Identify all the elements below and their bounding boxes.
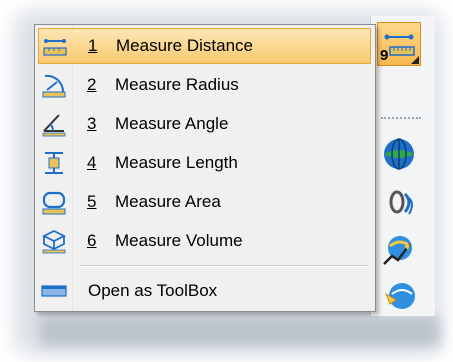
menu-item-label: Measure Distance [116, 36, 254, 55]
menu-item-label: Measure Volume [115, 231, 243, 250]
measure-distance-icon [39, 30, 71, 62]
menu-item-measure-distance[interactable]: 1 Measure Distance [38, 28, 371, 64]
fly-through-icon [383, 236, 412, 265]
measure-area-icon [38, 186, 70, 218]
menu-item-number: 3 [87, 114, 97, 133]
menu-item-number: 1 [88, 36, 98, 55]
menu-item-label: Measure Radius [115, 75, 239, 94]
navigate-icon [384, 283, 415, 309]
measure-angle-icon [38, 108, 70, 140]
toolbar-rotate-button[interactable] [377, 180, 421, 224]
menu-divider [80, 265, 368, 267]
globe-icon [384, 138, 414, 170]
menu-item-number: 5 [87, 192, 97, 211]
menu-item-measure-radius[interactable]: 2 Measure Radius [38, 67, 371, 103]
measure-volume-icon [38, 225, 70, 257]
menu-item-label: Measure Angle [115, 114, 229, 133]
menu-item-measure-length[interactable]: 4 Measure Length [38, 145, 371, 181]
menu-item-number: 6 [87, 231, 97, 250]
menu-item-measure-angle[interactable]: 3 Measure Angle [38, 106, 371, 142]
menu-item-measure-volume[interactable]: 6 Measure Volume [38, 223, 371, 259]
toolbar-badge: 9 [380, 47, 389, 64]
menu-item-open-as-toolbox[interactable]: Open as ToolBox [38, 273, 371, 309]
menu-item-label: Open as ToolBox [88, 281, 218, 300]
measure-menu: 1 Measure Distance 2 Measure Radius 3 Me… [34, 24, 376, 312]
dropdown-arrow-icon [411, 56, 419, 64]
menu-item-number: 4 [87, 153, 97, 172]
toolbar-separator [381, 117, 421, 119]
menu-item-label: Measure Area [115, 192, 221, 211]
toolbar-fly-button[interactable] [377, 228, 421, 272]
screen: 9 1 Measure Distance 2 Measure Radius 3 … [0, 0, 453, 362]
right-toolbar: 9 [370, 16, 435, 316]
toolbar-measure-button[interactable]: 9 [377, 22, 421, 66]
menu-item-number: 2 [87, 75, 97, 94]
measure-length-icon [38, 147, 70, 179]
measure-radius-icon [38, 69, 70, 101]
menu-item-label: Measure Length [115, 153, 238, 172]
menu-item-measure-area[interactable]: 5 Measure Area [38, 184, 371, 220]
toolbar-navigate-button[interactable] [377, 274, 421, 318]
rotate-view-icon [389, 190, 413, 215]
toolbox-icon [38, 275, 70, 307]
backdrop-shadow-bottom [40, 316, 440, 346]
toolbar-globe-button[interactable] [377, 132, 421, 176]
